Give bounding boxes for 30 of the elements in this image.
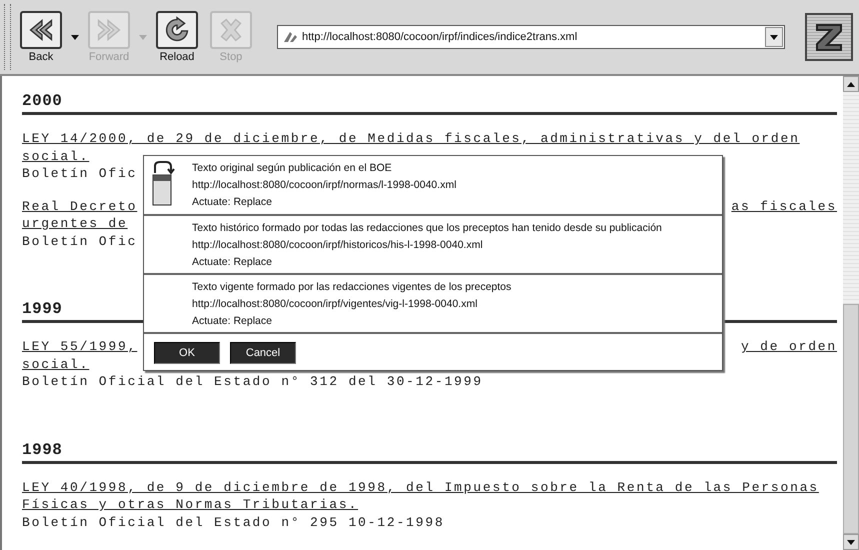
year-heading: 1998	[22, 440, 837, 464]
menu-item-title: Texto histórico formado por todas las redacciones que los preceptos han tenido desde su publicación	[192, 221, 662, 235]
address-field[interactable]: http://localhost:8080/cocoon/irpf/indices/indice2trans.xml	[277, 25, 785, 49]
menu-item-url: http://localhost:8080/cocoon/irpf/historicos/his-l-1998-0040.xml	[192, 238, 484, 252]
law-link[interactable]: Real Decreto	[22, 198, 138, 215]
menu-item-actuate: Actuate: Replace	[192, 195, 273, 209]
menu-item[interactable]: Texto original según publicación en el BOE http://localhost:8080/cocoon/irpf/normas/l-1998-0040.xml Actuate: Replace	[144, 156, 722, 216]
law-link[interactable]: social.	[22, 148, 90, 165]
law-link[interactable]: as fiscales	[731, 198, 837, 215]
menu-item[interactable]: Texto histórico formado por todas las redacciones que los preceptos han tenido desde su publicación http://localhost:8080/cocoon/irpf/historicos/his-l-1998-0040.xml Actuate: Replace	[144, 216, 722, 275]
law-link[interactable]: social.	[22, 356, 90, 373]
source-text: Boletín Oficial del Estado n° 295 10-12-1998	[22, 514, 444, 531]
year-heading: 2000	[22, 92, 837, 115]
source-text: Boletín Oficial del Estado n° 312 del 30-12-1999	[22, 373, 483, 390]
menu-item-url: http://localhost:8080/cocoon/irpf/normas/l-1998-0040.xml	[192, 178, 456, 192]
law-link[interactable]: Físicas y otras Normas Tributarias.	[22, 496, 358, 514]
law-link[interactable]: LEY 55/1999,	[22, 338, 138, 356]
law-link[interactable]: y de orden	[740, 338, 837, 356]
menu-item-url: http://localhost:8080/cocoon/irpf/vigentes/vig-l-1998-0040.xml	[192, 297, 478, 311]
source-text: Boletín Ofic	[22, 232, 138, 250]
ok-button[interactable]: OK	[154, 342, 220, 364]
menu-item[interactable]: Texto vigente formado por las redacciones vigentes de los preceptos http://localhost:8080/cocoon/irpf/vigentes/vig-l-1998-0040.xml Actuate: Replace	[144, 275, 722, 334]
menu-item-title: Texto vigente formado por las redacciones vigentes de los preceptos	[192, 280, 512, 294]
menu-item-title: Texto original según publicación en el BOE	[192, 161, 393, 175]
menu-item-actuate: Actuate: Replace	[192, 255, 273, 269]
cancel-button[interactable]: Cancel	[230, 342, 296, 364]
law-link[interactable]: LEY 14/2000, de 29 de diciembre, de Medidas fiscales, administrativas y del orden	[22, 130, 800, 148]
law-link[interactable]: LEY 40/1998, de 9 de diciembre de 1998, del Impuesto sobre la Renta de las Personas	[22, 478, 819, 496]
source-text: Boletín Ofic	[22, 165, 138, 182]
law-link[interactable]: urgentes de	[22, 215, 128, 232]
